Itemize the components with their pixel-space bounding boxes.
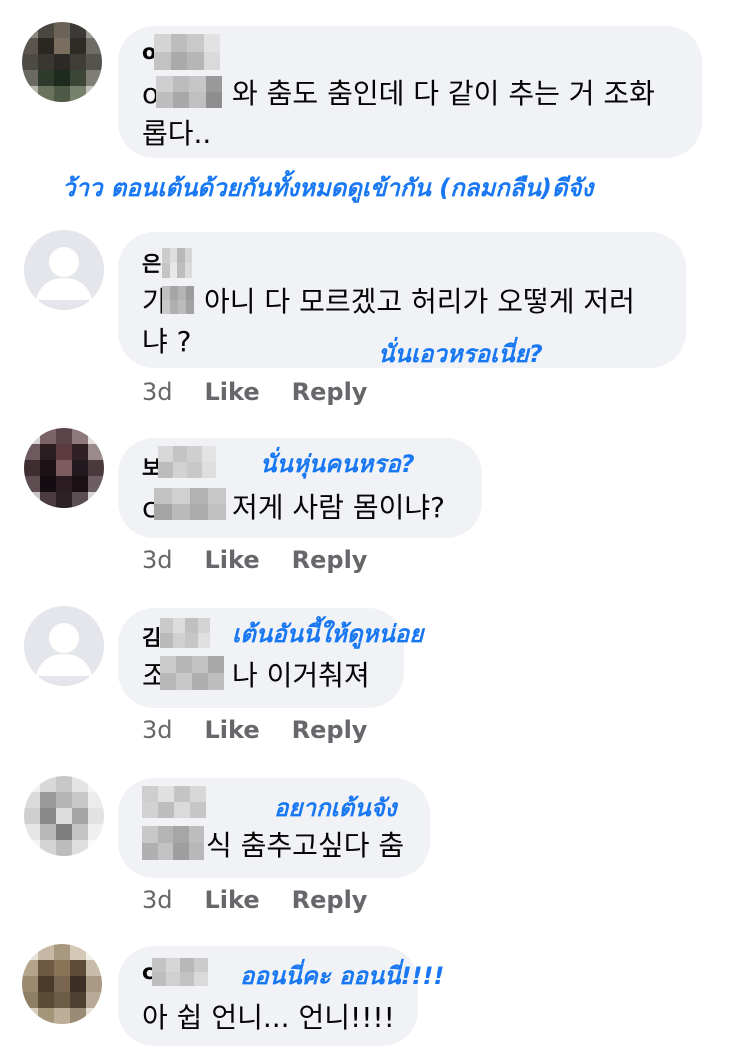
redacted-text [160,656,224,690]
redacted-name [154,34,220,70]
translation-annotation: นั่นหุ่นคนหรอ? [260,450,415,478]
timestamp[interactable]: 3d [142,886,173,914]
comment-text: 저게 사람 몸이냐? [232,491,445,524]
translation-annotation: ออนนี่คะ ออนนี่!!!! [240,962,445,990]
redacted-text [142,826,204,860]
author-name[interactable]: 은 [142,248,161,278]
comment-actions: 3d Like Reply [142,886,399,914]
comment-text: 나 이거춰져 [232,659,370,692]
comment-text: 아니 다 모르겠고 허리가 오떻게 저러 [204,285,635,318]
avatar[interactable] [22,22,102,102]
avatar[interactable] [24,428,104,508]
redacted-name [152,958,208,986]
redacted-name [162,248,192,278]
redacted-name [160,618,210,648]
timestamp[interactable]: 3d [142,378,173,406]
default-avatar-icon[interactable] [24,606,104,686]
translation-annotation: ว้าว ตอนเต้นด้วยกันทั้งหมดดูเข้ากัน (กลม… [62,174,594,202]
redacted-text [154,488,226,520]
comment-text: 와 춤도 춤인데 다 같이 추는 거 조화 [232,77,655,110]
comment-actions: 3d Like Reply [142,546,399,574]
redacted-text [156,76,222,108]
comment-actions: 3d Like Reply [142,716,399,744]
author-name[interactable]: 김 [142,622,161,652]
avatar[interactable] [24,776,104,856]
comment-text-line2: 롭다.. [142,117,212,150]
avatar[interactable] [22,944,102,1024]
reply-button[interactable]: Reply [292,378,368,406]
like-button[interactable]: Like [205,886,260,914]
comment-text: 식 춤추고싶다 춤 [206,829,405,862]
comment-actions: 3d Like Reply [142,378,399,406]
comment-text-line2: 냐 ? [142,325,192,358]
timestamp[interactable]: 3d [142,546,173,574]
reply-button[interactable]: Reply [292,716,368,744]
like-button[interactable]: Like [205,716,260,744]
redacted-name [158,446,216,478]
translation-annotation: นั่นเอวหรอเนี่ย? [378,340,543,368]
like-button[interactable]: Like [205,546,260,574]
comment-text: 아 쉽 언니... 언니!!!! [142,1001,395,1034]
timestamp[interactable]: 3d [142,716,173,744]
translation-annotation: อยากเต้นจัง [274,794,397,822]
like-button[interactable]: Like [205,378,260,406]
reply-button[interactable]: Reply [292,546,368,574]
redacted-name [142,786,206,818]
redacted-text [162,286,194,314]
translation-annotation: เต้นอันนี้ให้ดูหน่อย [232,620,424,648]
reply-button[interactable]: Reply [292,886,368,914]
default-avatar-icon[interactable] [24,230,104,310]
